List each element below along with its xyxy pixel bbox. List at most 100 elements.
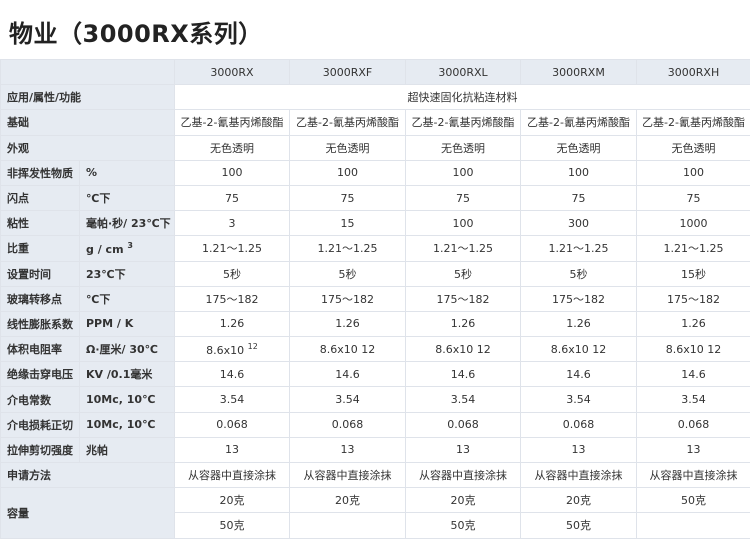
cell-value: 100 <box>405 159 521 186</box>
column-header: 3000RXL <box>405 58 521 86</box>
cell-value: 75 <box>174 184 290 212</box>
table-row: 介电常数 10Mc, 10℃ 3.54 3.54 3.54 3.54 3.54 <box>0 386 750 413</box>
unit-text: % <box>86 166 98 180</box>
cell-value <box>636 512 750 539</box>
cell-value: 175～182 <box>636 285 750 312</box>
cell-value: 13 <box>289 436 406 464</box>
unit-text: ℃下 <box>86 192 111 206</box>
cell-value: 乙基-2-氰基丙烯酸酯 <box>289 109 406 136</box>
table-row: 申请方法 从容器中直接涂抹 从容器中直接涂抹 从容器中直接涂抹 从容器中直接涂抹 从容器中… <box>0 461 750 489</box>
row-label: 外观 <box>0 134 175 161</box>
cell-value: 无色透明 <box>405 134 521 161</box>
header-row: 3000RX 3000RXF 3000RXL 3000RXM 3000RXH <box>0 58 750 86</box>
cell-value: 100 <box>636 159 750 186</box>
table-row: 非挥发性物质% 100 100 100 100 100 <box>0 159 750 186</box>
row-label: 介电常数 <box>0 386 80 413</box>
row-unit: ℃下 <box>79 184 175 212</box>
unit-text: 毫帕·秒/ 23℃下 <box>86 217 171 231</box>
column-header: 3000RXM <box>520 58 637 86</box>
cell-value: 14.6 <box>289 361 406 388</box>
table-row: 容量 20克 20克 20克 20克 50克 <box>0 487 750 539</box>
table-row: 玻璃转移点 ℃下 175～182 175～182 175～182 175～182 175～1… <box>0 285 750 312</box>
cell-value: 50克 <box>520 512 637 539</box>
cell-value: 1.21～1.25 <box>520 235 637 262</box>
unit-text: 10Mc, 10℃ <box>86 418 156 432</box>
cell-value: 从容器中直接涂抹 <box>174 461 290 489</box>
cell-value: 175～182 <box>405 285 521 312</box>
row-label: 应用/属性/功能 <box>0 84 175 111</box>
cell-value: 无色透明 <box>520 134 637 161</box>
cell-value: 14.6 <box>520 361 637 388</box>
cell-value: 50克 <box>405 512 521 539</box>
cell-value: 1.26 <box>174 310 290 338</box>
unit-text: PPM / K <box>86 317 134 331</box>
cell-value: 13 <box>405 436 521 464</box>
cell-value: 14.6 <box>636 361 750 388</box>
row-unit: 10Mc, 10℃ <box>79 386 175 413</box>
cell-value <box>289 512 406 539</box>
cell-value: 75 <box>289 184 406 212</box>
row-unit: 10Mc, 10℃ <box>79 411 175 438</box>
cell-value: 8.6x10 12 <box>289 336 406 363</box>
cell-value: 3 <box>174 210 290 237</box>
row-label: 粘性 <box>0 210 80 237</box>
table-row: 基础 乙基-2-氰基丙烯酸酯 乙基-2-氰基丙烯酸酯 乙基-2-氰基丙烯酸酯 乙基-2-… <box>0 109 750 136</box>
row-unit: PPM / K <box>79 310 175 338</box>
table-row: 外观 无色透明 无色透明 无色透明 无色透明 无色透明 <box>0 134 750 161</box>
cell-value: 1.21～1.25 <box>174 235 290 262</box>
cell-value: 3.54 <box>174 386 290 413</box>
cell-value: 8.6x10 12 <box>520 336 637 363</box>
cell-value: 20克 <box>405 487 521 514</box>
cell-value: 1000 <box>636 210 750 237</box>
cell-value: 5秒 <box>174 260 290 287</box>
cell-value: 无色透明 <box>636 134 750 161</box>
table-row: 闪点 ℃下 75 75 75 75 75 <box>0 184 750 212</box>
cell-value: 14.6 <box>405 361 521 388</box>
table-row: 体积电阻率 Ω·厘米/ 30℃ 8.6x10 12 8.6x10 12 8.6x10 1… <box>0 336 750 363</box>
cell-value: 从容器中直接涂抹 <box>520 461 637 489</box>
table-row: 粘性 毫帕·秒/ 23℃下 3 15 100 300 1000 <box>0 210 750 237</box>
row-label: 绝缘击穿电压 <box>0 361 80 388</box>
unit-superscript: 3 <box>127 240 133 250</box>
table-row: 拉伸剪切强度 兆帕 13 13 13 13 13 <box>0 436 750 464</box>
cell-value: 1.26 <box>405 310 521 338</box>
cell-value: 15 <box>289 210 406 237</box>
table-row: 介电损耗正切 10Mc, 10℃ 0.068 0.068 0.068 0.068 0.068 <box>0 411 750 438</box>
row-unit: Ω·厘米/ 30℃ <box>79 336 175 363</box>
cell-value: 0.068 <box>405 411 521 438</box>
row-label: 拉伸剪切强度 <box>0 436 80 464</box>
cell-value: 3.54 <box>636 386 750 413</box>
cell-value: 13 <box>174 436 290 464</box>
header-blank <box>0 58 175 86</box>
cell-value: 100 <box>289 159 406 186</box>
row-label: 容量 <box>0 487 175 539</box>
cell-value: 175～182 <box>174 285 290 312</box>
cell-value: 175～182 <box>289 285 406 312</box>
row-label: 基础 <box>0 109 175 136</box>
column-header: 3000RXH <box>636 58 750 86</box>
row-unit: % <box>79 159 175 186</box>
cell-value: 1.26 <box>520 310 637 338</box>
cell-value: 5秒 <box>289 260 406 287</box>
properties-table: 3000RX 3000RXF 3000RXL 3000RXM 3000RXH 应… <box>0 58 750 539</box>
cell-value: 13 <box>520 436 637 464</box>
cell-value: 1.26 <box>636 310 750 338</box>
cell-value: 0.068 <box>289 411 406 438</box>
cell-value: 300 <box>520 210 637 237</box>
cell-value: 无色透明 <box>289 134 406 161</box>
cell-value: 100 <box>405 210 521 237</box>
cell-value: 乙基-2-氰基丙烯酸酯 <box>636 109 750 136</box>
table-row: 设置时间 23℃下 5秒 5秒 5秒 5秒 15秒 <box>0 260 750 287</box>
row-label: 非挥发性物质 <box>0 159 80 186</box>
row-label: 比重 <box>0 235 80 262</box>
unit-text: KV /0.1毫米 <box>86 368 153 382</box>
row-unit: 兆帕 <box>79 436 175 464</box>
row-label: 线性膨胀系数 <box>0 310 80 338</box>
cell-value: 100 <box>174 159 290 186</box>
cell-value: 乙基-2-氰基丙烯酸酯 <box>174 109 290 136</box>
cell-value: 15秒 <box>636 260 750 287</box>
column-header: 3000RXF <box>289 58 406 86</box>
cell-value: 1.26 <box>289 310 406 338</box>
row-label: 闪点 <box>0 184 80 212</box>
cell-value: 乙基-2-氰基丙烯酸酯 <box>405 109 521 136</box>
